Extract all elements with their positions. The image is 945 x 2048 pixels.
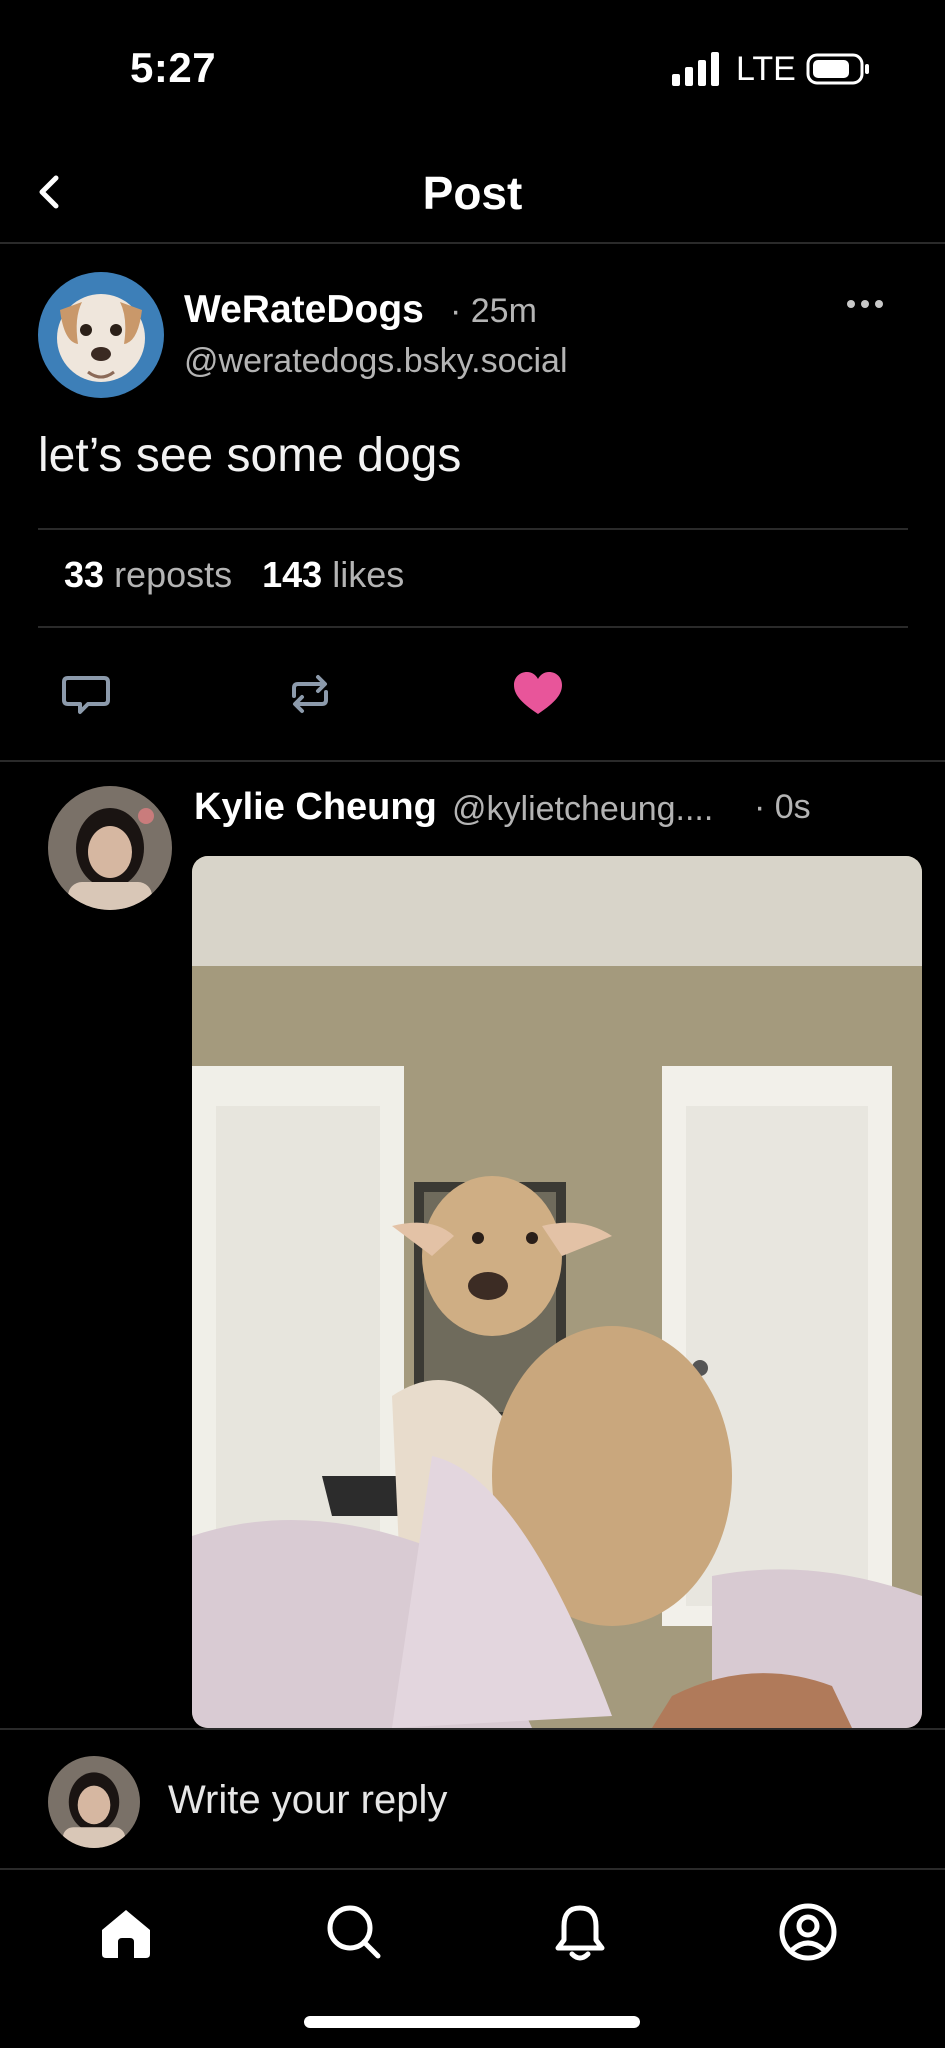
- reply-author-handle[interactable]: @kylietcheung....: [452, 790, 713, 829]
- reply-icon[interactable]: [58, 666, 114, 722]
- post-stats[interactable]: 33 reposts 143 likes: [64, 554, 404, 596]
- post-timestamp: · 25m: [450, 292, 537, 330]
- tabbar-divider: [0, 1868, 945, 1870]
- post-divider: [38, 528, 908, 530]
- reposts-count: 33: [64, 554, 105, 595]
- composer-divider: [0, 1728, 945, 1730]
- home-indicator: [304, 2016, 640, 2028]
- author-name[interactable]: WeRateDogs: [184, 288, 424, 332]
- search-icon[interactable]: [322, 1900, 386, 1964]
- profile-icon[interactable]: [776, 1900, 840, 1964]
- reply-composer: [0, 1728, 945, 1868]
- home-icon[interactable]: [94, 1900, 158, 1964]
- repost-icon[interactable]: [282, 666, 338, 722]
- more-options-icon[interactable]: [846, 296, 884, 312]
- battery-icon: [806, 53, 869, 85]
- reply-timestamp: · 0s: [754, 788, 811, 826]
- reposts-label: reposts: [114, 554, 233, 595]
- reply-photo[interactable]: [192, 856, 922, 1728]
- likes-label: likes: [332, 554, 405, 595]
- header-divider: [0, 242, 945, 244]
- network-label: LTE: [736, 50, 796, 88]
- notifications-icon[interactable]: [548, 1900, 612, 1964]
- avatar[interactable]: [38, 272, 164, 398]
- composer-avatar: [48, 1756, 140, 1848]
- reply-input[interactable]: Write your reply: [168, 1778, 447, 1823]
- reply-avatar[interactable]: [48, 786, 172, 910]
- post-section-divider: [0, 760, 945, 762]
- post-text: let’s see some dogs: [38, 429, 462, 482]
- stats-divider: [38, 626, 908, 628]
- like-icon[interactable]: [510, 666, 566, 722]
- status-time: 5:27: [130, 44, 217, 91]
- reply-author-name[interactable]: Kylie Cheung: [194, 786, 437, 829]
- author-handle[interactable]: @weratedogs.bsky.social: [184, 342, 568, 381]
- page-title: Post: [422, 167, 523, 219]
- signal-icon: [672, 52, 719, 86]
- likes-count: 143: [262, 554, 323, 595]
